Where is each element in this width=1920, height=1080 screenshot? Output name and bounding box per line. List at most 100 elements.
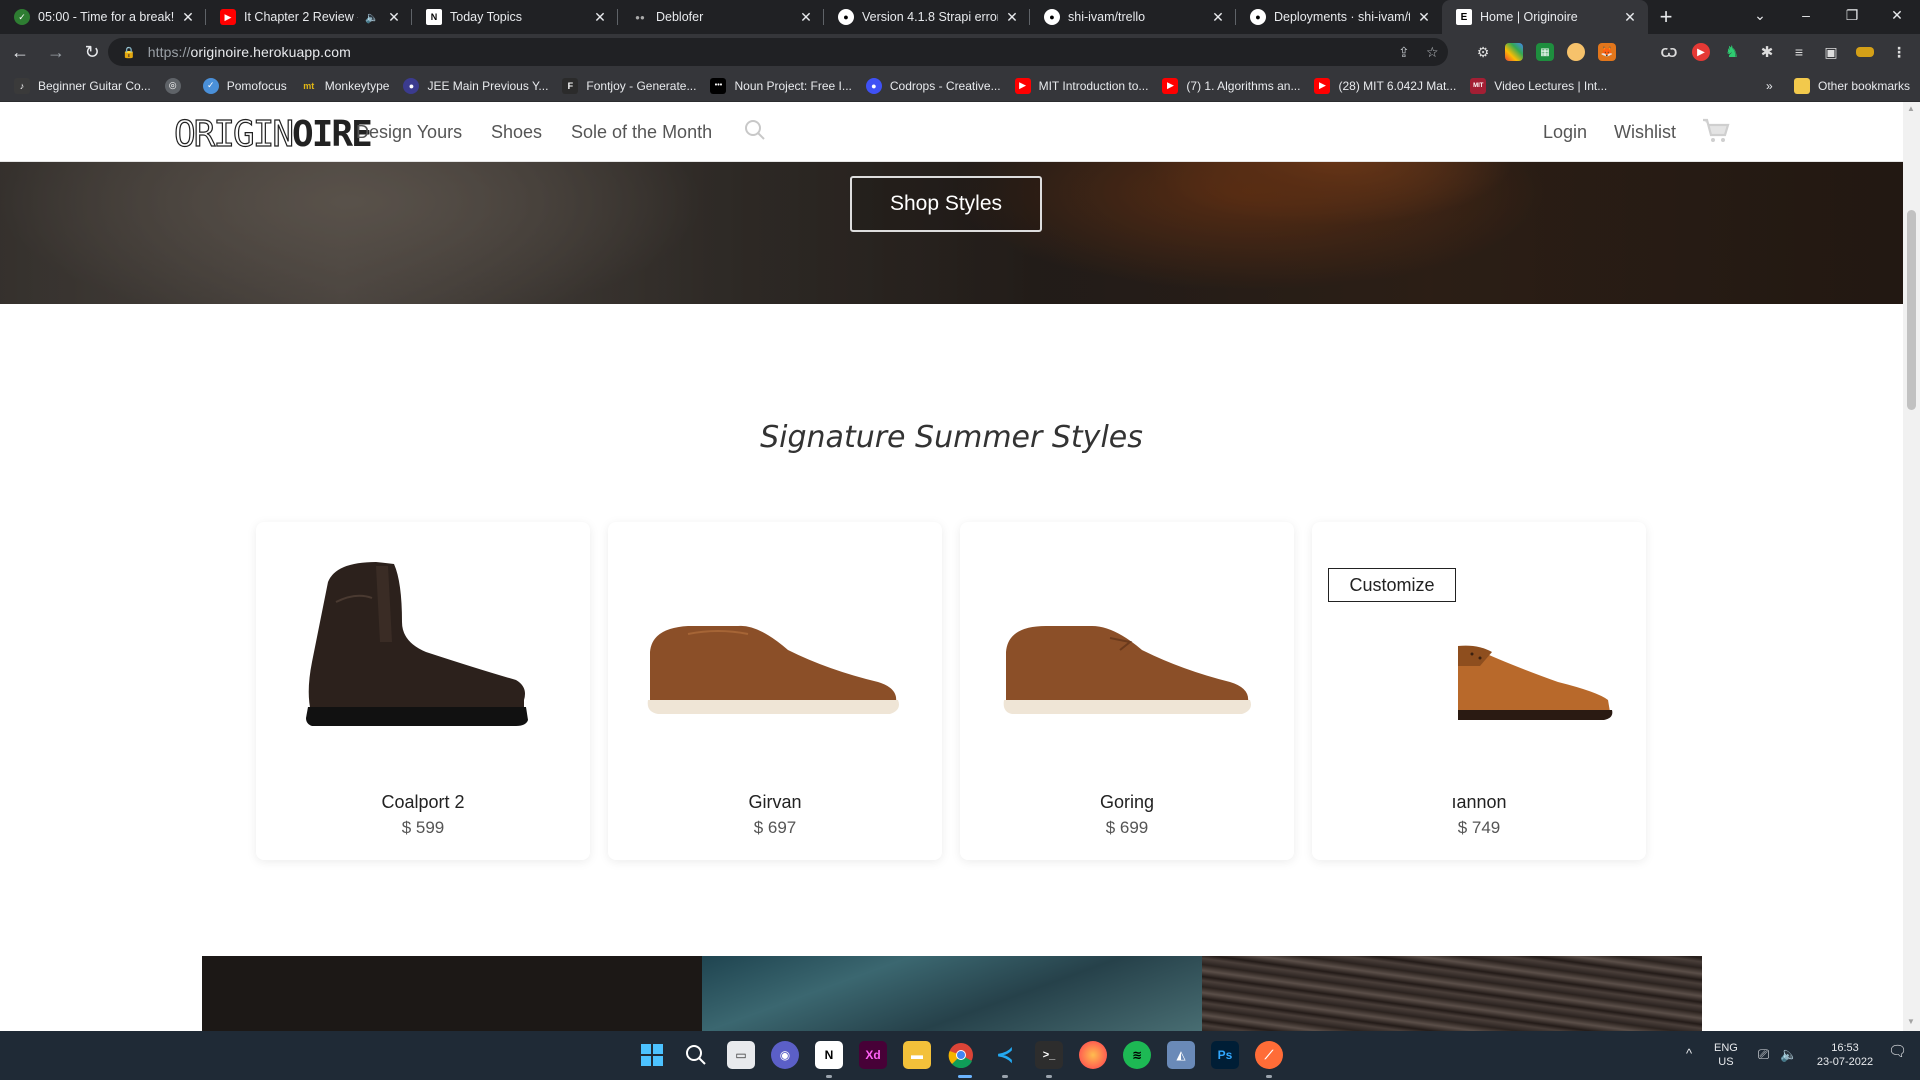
close-icon[interactable]: ✕ [386, 9, 402, 26]
wishlist-link[interactable]: Wishlist [1614, 122, 1676, 143]
file-explorer-icon[interactable]: ▬ [903, 1041, 931, 1069]
bookmark-item[interactable]: ♪ Beginner Guitar Co... [14, 77, 151, 94]
terminal-icon[interactable]: >_ [1035, 1041, 1063, 1069]
browser-tab[interactable]: ● Deployments · shi-ivam/tr ✕ [1236, 0, 1442, 34]
close-icon[interactable]: ✕ [592, 9, 608, 26]
bookmark-item[interactable]: ◎ [164, 77, 189, 94]
bookmark-item[interactable]: ● JEE Main Previous Y... [403, 77, 548, 94]
product-card[interactable]: Girvan $ 697 [608, 522, 942, 860]
bookmark-star-icon[interactable]: ☆ [1426, 44, 1439, 61]
bookmark-item[interactable]: ✓ Pomofocus [202, 77, 287, 94]
sheets-extension-icon[interactable]: ▦ [1536, 43, 1554, 61]
search-icon[interactable] [743, 118, 767, 147]
close-icon[interactable]: ✕ [1210, 9, 1226, 26]
windows-start-icon[interactable] [638, 1041, 666, 1069]
address-bar[interactable]: 🔒 https://originoire.herokuapp.com ⇪ ☆ [108, 38, 1448, 66]
banner-panel[interactable] [702, 956, 1202, 1031]
browser-tab-active[interactable]: E Home | Originoire ✕ [1442, 0, 1648, 34]
video-extension-icon[interactable]: ▶ [1692, 43, 1710, 61]
new-tab-button[interactable]: + [1648, 0, 1684, 34]
share-icon[interactable]: ⇪ [1398, 44, 1410, 61]
wappalyzer-icon[interactable]: Ѡ [1660, 43, 1678, 61]
adobe-xd-icon[interactable]: Xd [859, 1041, 887, 1069]
restore-icon[interactable]: ❐ [1829, 0, 1875, 30]
monkeytype-icon: mt [303, 80, 315, 91]
battery-extension-icon[interactable] [1856, 47, 1874, 57]
volume-icon[interactable]: 🔈 [1780, 1047, 1797, 1061]
product-card[interactable]: Goring $ 699 [960, 522, 1294, 860]
teams-chat-icon[interactable]: ◉ [771, 1041, 799, 1069]
bookmark-item[interactable]: ▶ (28) MIT 6.042J Mat... [1314, 77, 1456, 94]
bookmark-item[interactable]: F Fontjoy - Generate... [562, 77, 696, 94]
notion-icon[interactable]: N [815, 1041, 843, 1069]
login-link[interactable]: Login [1543, 122, 1587, 143]
close-icon[interactable]: ✕ [1622, 9, 1638, 26]
tray-overflow-chevron-icon[interactable]: ^ [1686, 1047, 1692, 1061]
browser-tab[interactable]: ● Version 4.1.8 Strapi error in ✕ [824, 0, 1030, 34]
extension-icon[interactable]: ⚙ [1474, 43, 1492, 61]
chrome-icon[interactable] [947, 1041, 975, 1069]
banner-panel[interactable] [202, 956, 702, 1031]
bookmark-item[interactable]: ▶ MIT Introduction to... [1014, 77, 1148, 94]
search-icon[interactable] [682, 1041, 710, 1069]
reading-list-icon[interactable]: ≡ [1790, 43, 1808, 61]
browser-tab[interactable]: ✓ 05:00 - Time for a break! ✕ [0, 0, 206, 34]
browser-tab[interactable]: ● shi-ivam/trello ✕ [1030, 0, 1236, 34]
site-logo[interactable]: ORIGINOIRE [173, 113, 372, 155]
bookmark-item[interactable]: ▶ (7) 1. Algorithms an... [1162, 77, 1300, 94]
notification-icon[interactable]: 🗨 [1888, 1044, 1907, 1059]
nav-sole-of-the-month[interactable]: Sole of the Month [571, 122, 712, 143]
photos-icon[interactable]: ◭ [1167, 1041, 1195, 1069]
clock[interactable]: 16:53 23-07-2022 [1810, 1041, 1880, 1069]
bookmark-item[interactable]: ••• Noun Project: Free I... [710, 77, 852, 94]
tab-search-icon[interactable]: ⌄ [1737, 0, 1783, 30]
speaker-icon[interactable]: 🔈 [364, 11, 380, 24]
close-icon[interactable]: ✕ [180, 9, 196, 26]
scroll-up-arrow-icon[interactable]: ▲ [1907, 104, 1915, 113]
postman-icon[interactable]: ⟋ [1255, 1041, 1283, 1069]
bookmark-item[interactable]: ● Codrops - Creative... [865, 77, 1001, 94]
grammarly-icon[interactable]: ♞ [1723, 43, 1741, 61]
vscode-icon[interactable]: ≺ [991, 1041, 1019, 1069]
nav-design-yours[interactable]: Design Yours [356, 122, 462, 143]
forward-icon[interactable]: → [40, 36, 72, 68]
honey-extension-icon[interactable] [1567, 43, 1585, 61]
check-circle-icon: ✓ [14, 9, 30, 25]
browser-tab[interactable]: ▶ It Chapter 2 Review - S 🔈 ✕ [206, 0, 412, 34]
nav-shoes[interactable]: Shoes [491, 122, 542, 143]
category-banner [202, 956, 1702, 1031]
bookmark-item[interactable]: mt Monkeytype [301, 78, 389, 94]
language-indicator[interactable]: ENG US [1714, 1041, 1738, 1069]
color-picker-extension-icon[interactable] [1505, 43, 1523, 61]
metamask-icon[interactable]: 🦊 [1598, 43, 1616, 61]
task-view-icon[interactable]: ▭ [727, 1041, 755, 1069]
page-scrollbar[interactable]: ▲ ▼ [1903, 102, 1920, 1031]
close-icon[interactable]: ✕ [798, 9, 814, 26]
firefox-icon[interactable] [1079, 1041, 1107, 1069]
photoshop-icon[interactable]: Ps [1211, 1041, 1239, 1069]
shop-styles-button[interactable]: Shop Styles [850, 176, 1042, 232]
product-card[interactable]: Customize ıannon $ 749 [1312, 522, 1646, 860]
scrollbar-thumb[interactable] [1907, 210, 1916, 410]
side-panel-icon[interactable]: ▣ [1822, 43, 1840, 61]
other-bookmarks-folder[interactable]: Other bookmarks [1794, 77, 1910, 94]
network-icon[interactable]: ⎚ [1758, 1047, 1769, 1061]
window-close-icon[interactable]: ✕ [1874, 0, 1920, 30]
browser-tab[interactable]: N Today Topics ✕ [412, 0, 618, 34]
menu-kebab-icon[interactable]: ⋮ [1890, 43, 1908, 61]
customize-button[interactable]: Customize [1328, 568, 1456, 602]
extensions-puzzle-icon[interactable]: ✱ [1758, 43, 1776, 61]
banner-panel[interactable] [1202, 956, 1702, 1031]
close-icon[interactable]: ✕ [1004, 9, 1020, 26]
reload-icon[interactable]: ↻ [76, 36, 108, 68]
scroll-down-arrow-icon[interactable]: ▼ [1907, 1017, 1915, 1026]
spotify-icon[interactable]: ≋ [1123, 1041, 1151, 1069]
minimize-icon[interactable]: – [1783, 0, 1829, 30]
browser-tab[interactable]: ●● Deblofer ✕ [618, 0, 824, 34]
bookmark-item[interactable]: MIT Video Lectures | Int... [1470, 77, 1607, 94]
cart-icon[interactable] [1702, 118, 1730, 149]
close-icon[interactable]: ✕ [1416, 9, 1432, 26]
back-icon[interactable]: ← [4, 36, 36, 68]
more-bookmarks-icon[interactable]: » [1766, 79, 1773, 93]
product-card[interactable]: Coalport 2 $ 599 [256, 522, 590, 860]
